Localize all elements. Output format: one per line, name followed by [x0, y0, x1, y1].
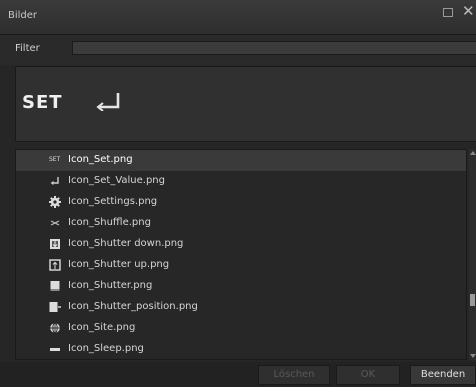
preview-set-text: SET: [22, 92, 63, 113]
scroll-down-icon[interactable]: [470, 354, 476, 358]
set-text-icon: SET: [49, 156, 61, 163]
title-bar: Bilder ✕: [0, 0, 476, 35]
list-scrollbar[interactable]: [469, 149, 476, 360]
close-icon[interactable]: ✕: [462, 3, 475, 19]
list-item-name: Icon_Shuffle.png: [68, 217, 151, 228]
scroll-up-icon[interactable]: [470, 151, 476, 155]
list-item-name: Icon_Set_Value.png: [68, 175, 165, 186]
gear-icon: [49, 196, 61, 208]
images-dialog: Bilder ✕ Filter SET SET Icon_Set.png Ico…: [0, 0, 476, 387]
shuffle-icon: [50, 220, 60, 226]
window-title: Bilder: [8, 10, 38, 21]
list-item[interactable]: Icon_Shutter.png: [16, 276, 466, 297]
filter-label: Filter: [15, 43, 40, 54]
shutter-down-icon: [50, 239, 60, 249]
list-item-name: Icon_Site.png: [68, 322, 136, 333]
image-preview: SET: [15, 66, 476, 142]
list-item-name: Icon_Shutter up.png: [68, 259, 170, 270]
ok-button[interactable]: OK: [336, 365, 400, 385]
return-arrow-icon: [50, 177, 59, 185]
list-item[interactable]: Icon_Settings.png: [16, 192, 466, 213]
filter-row: Filter: [0, 35, 476, 65]
list-item-name: Icon_Settings.png: [68, 196, 158, 207]
delete-button[interactable]: Löschen: [258, 365, 330, 385]
filter-input[interactable]: [72, 41, 476, 55]
list-item-name: Icon_Shutter down.png: [68, 238, 184, 249]
shutter-up-icon: [49, 259, 61, 271]
list-item[interactable]: Icon_Shutter down.png: [16, 234, 466, 255]
dialog-footer: Löschen OK Beenden: [0, 362, 476, 387]
list-item[interactable]: Icon_Site.png: [16, 318, 466, 339]
list-item-name: Icon_Sleep.png: [68, 343, 144, 354]
list-item[interactable]: Icon_Shuffle.png: [16, 213, 466, 234]
list-item-name: Icon_Shutter.png: [68, 280, 153, 291]
list-item-name: Icon_Shutter_position.png: [68, 301, 198, 312]
maximize-icon[interactable]: [443, 8, 453, 17]
list-item[interactable]: Icon_Shutter_position.png: [16, 297, 466, 318]
list-item[interactable]: SET Icon_Set.png: [16, 150, 466, 171]
list-item[interactable]: Icon_Sleep.png: [16, 339, 466, 359]
list-item[interactable]: Icon_Shutter up.png: [16, 255, 466, 276]
shutter-position-icon: [49, 302, 61, 312]
sleep-icon: [50, 348, 60, 351]
list-item-name: Icon_Set.png: [68, 154, 133, 165]
image-list[interactable]: SET Icon_Set.png Icon_Set_Value.png Icon…: [15, 149, 467, 360]
globe-icon: [50, 322, 60, 334]
exit-button[interactable]: Beenden: [410, 365, 476, 385]
scroll-thumb[interactable]: [470, 294, 475, 306]
shutter-icon: [50, 281, 60, 291]
return-arrow-icon: [96, 93, 120, 111]
list-item[interactable]: Icon_Set_Value.png: [16, 171, 466, 192]
